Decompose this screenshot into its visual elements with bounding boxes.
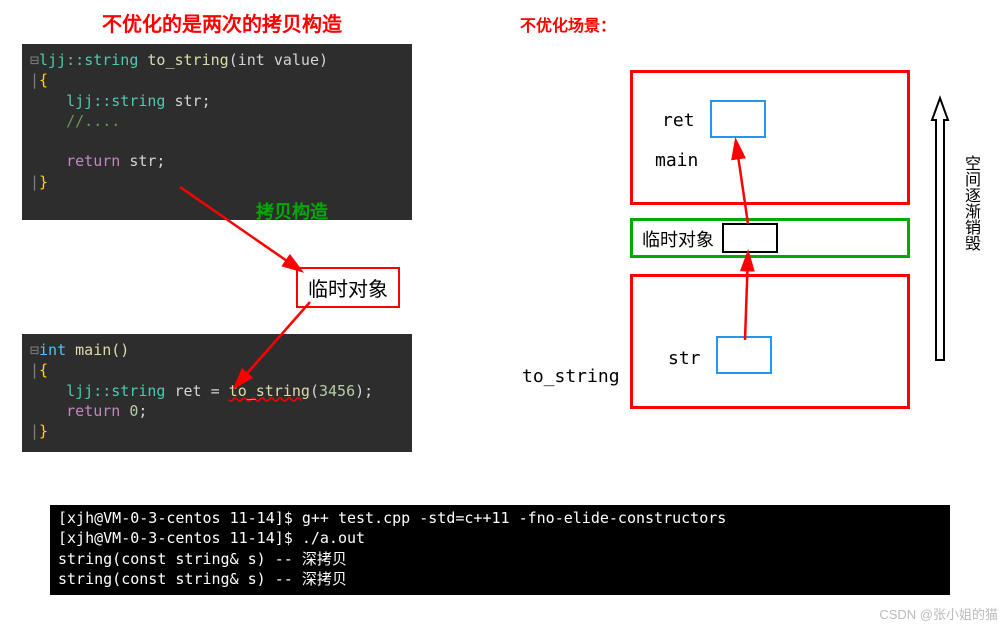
- code-line: |{: [30, 360, 404, 380]
- label-stack-destroy: 空间逐渐销毁: [958, 155, 982, 251]
- terminal-line: [xjh@VM-0-3-centos 11-14]$ ./a.out: [58, 528, 942, 548]
- code-line: |}: [30, 421, 404, 441]
- code-line: |}: [30, 172, 404, 192]
- big-upward-arrow: [918, 90, 962, 390]
- terminal-line: [xjh@VM-0-3-centos 11-14]$ g++ test.cpp …: [58, 508, 942, 528]
- stack-frame-main: [630, 70, 910, 205]
- label-str: str: [668, 348, 701, 369]
- code-block-to-string: ⊟ljj::string to_string(int value) |{ ljj…: [22, 44, 412, 220]
- terminal-output: [xjh@VM-0-3-centos 11-14]$ g++ test.cpp …: [50, 505, 950, 595]
- code-line: [30, 131, 404, 151]
- label-main: main: [655, 150, 698, 171]
- watermark: CSDN @张小姐的猫: [879, 604, 998, 623]
- stack-diagram: main ret 临时对象 str to_string 空间逐渐销毁: [540, 60, 960, 460]
- code-line: ⊟int main(): [30, 340, 404, 360]
- code-line: ljj::string ret = to_string(3456);: [30, 381, 404, 401]
- code-block-main: ⊟int main() |{ ljj::string ret = to_stri…: [22, 334, 412, 452]
- label-tostring: to_string: [522, 366, 620, 387]
- label-copy-construct-1: 拷贝构造: [256, 198, 328, 224]
- title-scene: 不优化场景：: [520, 12, 616, 36]
- terminal-line: string(const string& s) -- 深拷贝: [58, 549, 942, 569]
- code-line: ⊟ljj::string to_string(int value): [30, 50, 404, 70]
- code-line: //....: [30, 111, 404, 131]
- label-ret: ret: [662, 110, 695, 131]
- var-box-ret: [710, 100, 766, 138]
- terminal-line: string(const string& s) -- 深拷贝: [58, 569, 942, 589]
- label-temp: 临时对象: [642, 226, 714, 252]
- code-line: return 0;: [30, 401, 404, 421]
- temp-object-box: 临时对象: [296, 267, 400, 308]
- var-box-temp: [722, 223, 778, 253]
- title-main: 不优化的是两次的拷贝构造: [102, 8, 342, 37]
- code-line: return str;: [30, 151, 404, 171]
- code-line: ljj::string str;: [30, 91, 404, 111]
- code-line: |{: [30, 70, 404, 90]
- var-box-str: [716, 336, 772, 374]
